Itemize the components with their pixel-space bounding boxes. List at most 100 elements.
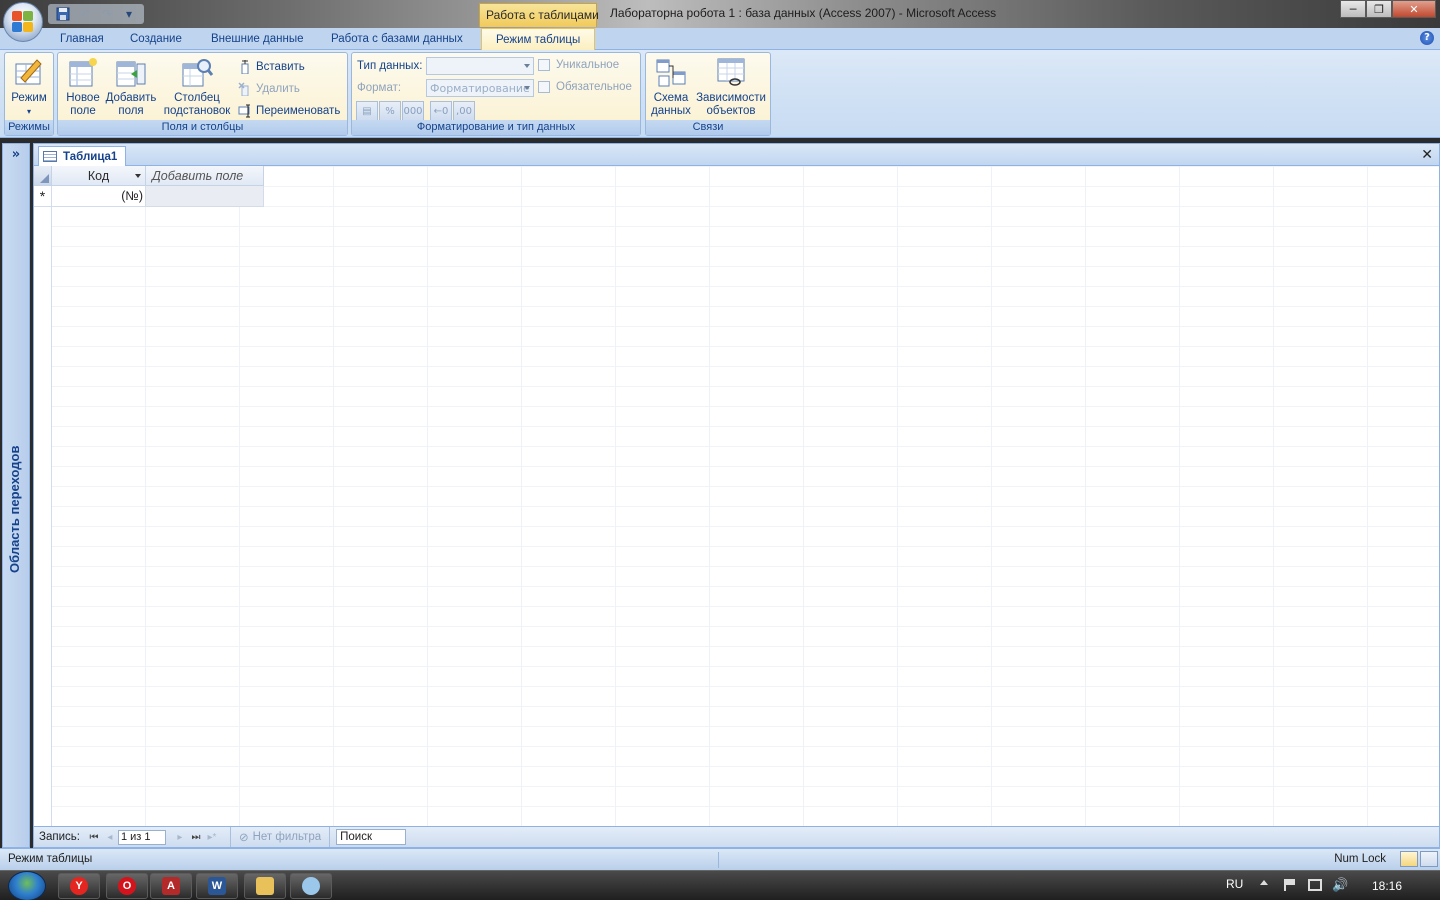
office-button[interactable] [3, 2, 43, 42]
record-label: Запись: [39, 831, 80, 843]
lookup-column-icon [181, 56, 214, 88]
rename-column-icon [238, 104, 252, 118]
view-button[interactable]: Режим ▾ [7, 56, 51, 118]
quick-access-toolbar: ↶ ↷ ▾ [48, 4, 144, 24]
group-fields-columns: Новое поле Добавить поля Столбец подстан… [57, 52, 348, 136]
column-header-kod[interactable]: Код [52, 166, 146, 186]
data-type-select[interactable] [426, 57, 534, 75]
chevron-down-icon[interactable] [135, 174, 141, 178]
new-field-button[interactable]: Новое поле [62, 56, 104, 118]
new-record-icon[interactable]: ▸* [204, 832, 220, 843]
taskbar-explorer-button[interactable] [244, 873, 286, 899]
tab-database-tools[interactable]: Работа с базами данных [331, 28, 463, 50]
restore-button[interactable]: ❐ [1366, 0, 1392, 18]
unique-label: Уникальное [556, 59, 620, 71]
office-logo-icon [12, 11, 34, 33]
insert-column-button[interactable]: Вставить [238, 58, 305, 76]
object-dependencies-icon [715, 56, 747, 88]
customize-qat-icon[interactable]: ▾ [120, 6, 138, 22]
first-record-icon[interactable]: ⏮ [86, 832, 102, 843]
nav-pane-toggle-button[interactable]: » [3, 144, 29, 166]
undo-icon[interactable]: ↶ [76, 6, 94, 22]
group-format-datatype: Тип данных: Формат: Форматирование ▤ % 0… [351, 52, 641, 136]
rename-column-button[interactable]: Переименовать [238, 102, 340, 120]
document-tab-table1[interactable]: Таблица1 [38, 146, 127, 166]
nav-pane-label[interactable]: Область переходов [7, 444, 27, 574]
tab-create[interactable]: Создание [130, 28, 182, 50]
object-dependencies-button[interactable]: Зависимости объектов [694, 56, 768, 118]
relationships-label-1: Схема [653, 92, 689, 104]
language-indicator[interactable]: RU [1226, 877, 1243, 891]
start-button[interactable] [8, 871, 46, 900]
network-icon[interactable] [1308, 879, 1322, 891]
new-record-marker[interactable]: * [34, 186, 52, 207]
column-header-add-field[interactable]: Добавить поле [146, 166, 264, 186]
delete-column-button[interactable]: Удалить [238, 80, 300, 98]
volume-icon[interactable]: 🔊 [1332, 877, 1348, 893]
increase-decimals-icon[interactable]: ←0 [430, 101, 452, 121]
tab-external-data[interactable]: Внешние данные [211, 28, 303, 50]
format-value: Форматирование [430, 82, 530, 95]
search-input[interactable]: Поиск [336, 829, 407, 845]
close-document-icon[interactable]: ✕ [1421, 147, 1433, 163]
thousands-format-button[interactable]: 000 [402, 101, 424, 121]
select-all-corner[interactable] [34, 166, 52, 186]
required-checkbox[interactable]: Обязательное [538, 81, 632, 93]
previous-record-icon[interactable]: ◂ [102, 832, 118, 843]
datasheet-grid[interactable] [34, 166, 1439, 828]
clock[interactable]: 18:16 [1372, 879, 1402, 893]
tab-datasheet[interactable]: Режим таблицы [481, 28, 596, 51]
current-record-input[interactable]: 1 из 1 [117, 829, 166, 845]
word-icon: W [208, 877, 226, 895]
taskbar-yandex-button[interactable]: Y [58, 873, 100, 899]
ribbon: Режим ▾ Режимы Новое поле Добавить поля … [0, 50, 1440, 138]
taskbar-word-button[interactable]: W [196, 873, 238, 899]
group-label-format-datatype: Форматирование и тип данных [352, 120, 640, 135]
action-center-flag-icon[interactable] [1284, 879, 1296, 891]
access-icon: A [162, 877, 180, 895]
row-selector-column [34, 166, 52, 828]
save-icon[interactable] [54, 6, 72, 22]
object-dependencies-label-2: объектов [706, 105, 756, 117]
relationships-button[interactable]: Схема данных [649, 56, 693, 118]
chevron-down-icon [524, 86, 530, 90]
last-record-icon[interactable]: ⏭ [188, 832, 204, 843]
currency-format-icon[interactable]: ▤ [356, 101, 378, 121]
next-record-icon[interactable]: ▸ [172, 832, 188, 843]
filter-status[interactable]: ⊘ Нет фильтра [229, 826, 331, 847]
datasheet-view-icon [13, 56, 45, 88]
show-hidden-icons-icon[interactable] [1260, 880, 1268, 885]
taskbar-access-button[interactable]: A [150, 873, 192, 899]
taskbar-paint-button[interactable] [290, 873, 332, 899]
tab-home[interactable]: Главная [60, 28, 104, 50]
navigation-pane: » Область переходов [2, 143, 30, 848]
lookup-column-button[interactable]: Столбец подстановок [161, 56, 233, 118]
new-field-label-2: поле [70, 105, 96, 117]
document-window: Таблица1 ✕ Код Добавить поле * (№) Запис… [33, 143, 1440, 848]
design-view-icon[interactable] [1420, 851, 1438, 867]
redo-icon[interactable]: ↷ [98, 6, 116, 22]
help-icon[interactable]: ? [1420, 31, 1434, 45]
filter-icon: ⊘ [238, 832, 249, 844]
add-fields-label-2: поля [118, 105, 144, 117]
format-select[interactable]: Форматирование [426, 79, 534, 97]
close-button[interactable]: ✕ [1392, 0, 1436, 18]
delete-column-icon [238, 82, 252, 97]
new-record-add-field-cell[interactable] [146, 186, 264, 207]
add-fields-button[interactable]: Добавить поля [104, 56, 158, 118]
decrease-decimals-button[interactable]: ,00 [453, 101, 475, 121]
unique-checkbox[interactable]: Уникальное [538, 59, 619, 71]
record-navigation-bar: Запись: ⏮ ◂ 1 из 1 ▸ ⏭ ▸* ⊘ Нет фильтра … [34, 826, 1439, 847]
chevron-down-icon: ▾ [26, 107, 31, 116]
data-type-label: Тип данных: [357, 60, 423, 72]
taskbar-opera-button[interactable]: O [106, 873, 148, 899]
filter-label: Нет фильтра [252, 831, 322, 843]
percent-format-button[interactable]: % [379, 101, 401, 121]
delete-column-label: Удалить [256, 83, 300, 95]
datasheet-view-icon[interactable] [1400, 851, 1418, 867]
new-record-id-cell[interactable]: (№) [52, 186, 146, 207]
chevron-down-icon [524, 64, 530, 68]
ribbon-tab-row: Главная Создание Внешние данные Работа с… [0, 28, 1440, 51]
minimize-button[interactable]: ─ [1340, 0, 1366, 18]
title-bar: ↶ ↷ ▾ Работа с таблицами Лабораторна роб… [0, 0, 1440, 28]
